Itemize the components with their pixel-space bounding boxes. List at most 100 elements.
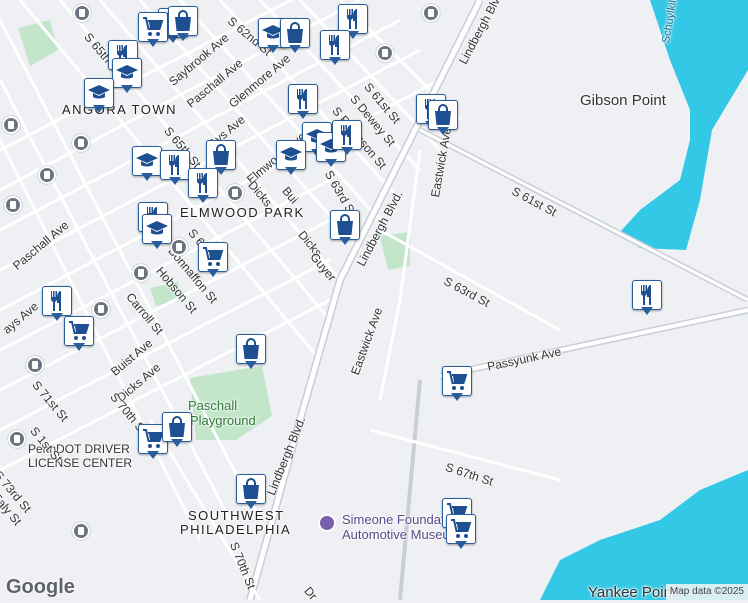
marker-pointer [297,111,309,119]
restaurant-icon [632,280,662,310]
small-poi-pin[interactable] [4,196,22,214]
shopping-marker[interactable] [428,100,458,138]
marker-pointer [641,307,653,315]
grocery-icon [446,514,476,544]
marker-pointer [289,45,301,53]
restaurant-marker[interactable] [188,168,218,206]
area-philadelphia: PHILADELPHIA [180,522,292,537]
grocery-icon [138,12,168,42]
small-poi-pin[interactable] [72,522,90,540]
grocery-marker[interactable] [198,242,228,280]
marker-pointer [177,33,189,41]
restaurant-icon [320,30,350,60]
school-marker[interactable] [276,140,306,178]
shopping-icon [236,474,266,504]
grocery-icon [64,316,94,346]
school-marker[interactable] [84,78,114,116]
marker-pointer [245,361,257,369]
restaurant-icon [42,286,72,316]
grocery-icon [442,366,472,396]
small-poi-pin[interactable] [422,4,440,22]
park-label-playground: Playground [190,413,256,428]
shopping-icon [168,6,198,36]
small-poi-pin[interactable] [8,430,26,448]
shopping-marker[interactable] [168,6,198,44]
area-angora-town: ANGORA TOWN [62,102,177,117]
marker-pointer [339,237,351,245]
restaurant-marker[interactable] [332,120,362,158]
marker-pointer [73,343,85,351]
small-poi-pin[interactable] [2,116,20,134]
poi-label-license-center: LICENSE CENTER [28,456,133,470]
shopping-marker[interactable] [236,474,266,512]
school-marker[interactable] [142,214,172,252]
grocery-marker[interactable] [442,366,472,404]
area-elmwood-park: ELMWOOD PARK [180,205,305,220]
school-marker[interactable] [132,146,162,184]
restaurant-icon [160,150,190,180]
google-logo[interactable]: Google [6,576,75,599]
shopping-icon [428,100,458,130]
restaurant-icon [188,168,218,198]
marker-pointer [325,159,337,167]
restaurant-icon [288,84,318,114]
shopping-marker[interactable] [330,210,360,248]
marker-pointer [51,313,63,321]
small-poi-pin[interactable] [38,166,56,184]
restaurant-marker[interactable] [632,280,662,318]
small-poi-pin[interactable] [132,264,150,282]
school-marker[interactable] [112,58,142,96]
marker-pointer [169,177,181,185]
place-gibson-point: Gibson Point [580,92,666,109]
shopping-marker[interactable] [162,412,192,450]
shopping-marker[interactable] [280,18,310,56]
marker-pointer [285,167,297,175]
small-poi-pin[interactable] [73,4,91,22]
school-icon [142,214,172,244]
shopping-icon [280,18,310,48]
school-icon [276,140,306,170]
small-poi-pin[interactable] [170,238,188,256]
shopping-marker[interactable] [236,334,266,372]
restaurant-marker[interactable] [288,84,318,122]
shopping-icon [236,334,266,364]
small-poi-pin[interactable] [92,300,110,318]
shopping-icon [330,210,360,240]
restaurant-icon [332,120,362,150]
marker-pointer [245,501,257,509]
marker-pointer [329,57,341,65]
school-icon [112,58,142,88]
marker-pointer [267,45,279,53]
marker-pointer [207,269,219,277]
marker-pointer [141,173,153,181]
small-poi-pin[interactable] [376,44,394,62]
marker-pointer [121,85,133,93]
park-label-paschall: Paschall [188,398,238,413]
marker-pointer [455,541,467,549]
marker-pointer [93,105,105,113]
grocery-icon [198,242,228,272]
grocery-marker[interactable] [138,12,168,50]
marker-pointer [147,451,159,459]
small-poi-pin[interactable] [26,356,44,374]
marker-pointer [147,39,159,47]
small-poi-pin[interactable] [72,134,90,152]
small-poi-pin[interactable] [226,184,244,202]
shopping-icon [206,140,236,170]
school-icon [84,78,114,108]
map-attribution[interactable]: Map data ©2025 [665,584,748,600]
marker-pointer [197,195,209,203]
shopping-icon [162,412,192,442]
marker-pointer [437,127,449,135]
restaurant-marker[interactable] [160,150,190,188]
grocery-marker[interactable] [446,514,476,552]
marker-pointer [451,393,463,401]
grocery-marker[interactable] [64,316,94,354]
restaurant-marker[interactable] [320,30,350,68]
school-icon [132,146,162,176]
museum-icon[interactable] [318,514,336,532]
place-yankee-point: Yankee Point [588,584,677,601]
marker-pointer [151,241,163,249]
marker-pointer [171,439,183,447]
marker-pointer [341,147,353,155]
